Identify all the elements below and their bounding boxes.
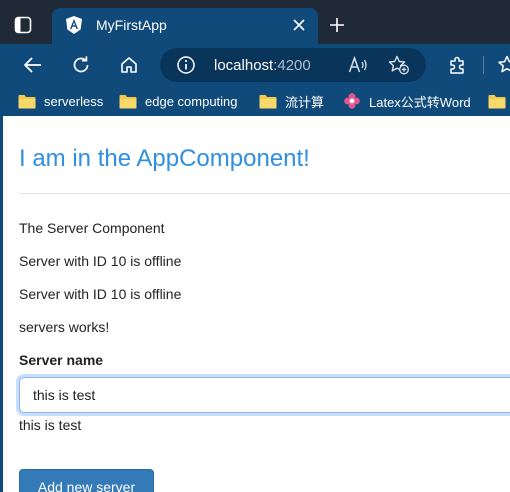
home-icon (121, 57, 137, 73)
heading-divider (19, 193, 510, 194)
back-button[interactable] (20, 52, 46, 78)
favorite-label: Latex公式转Word (369, 94, 471, 110)
new-tab-button[interactable] (326, 14, 348, 36)
server-component-text: The Server Component (19, 220, 165, 236)
back-arrow-icon (24, 57, 41, 73)
site-info-button[interactable] (176, 55, 196, 75)
url-host: localhost (214, 57, 274, 74)
plus-icon (330, 18, 344, 32)
tab-strip: MyFirstApp (0, 0, 510, 44)
tab-actions-button[interactable] (12, 14, 34, 36)
favorite-latex-to-word[interactable]: Latex公式转Word (343, 91, 471, 111)
flower-icon (344, 93, 360, 109)
favorites-button[interactable] (494, 52, 510, 78)
tab-actions-icon (14, 16, 32, 34)
server-name-label: Server name (19, 352, 104, 368)
favorite-folder-edge-computing[interactable]: edge computing (119, 91, 238, 111)
browser-window: MyFirstApp localhost:4200 serverless edg… (0, 0, 510, 492)
folder-icon (259, 94, 277, 108)
star-plus-icon (388, 55, 409, 75)
angular-icon (66, 16, 82, 34)
url-port: :4200 (273, 57, 311, 74)
add-server-button[interactable]: Add new server (19, 469, 154, 492)
close-icon (293, 19, 305, 31)
url-text[interactable]: localhost:4200 (214, 57, 311, 74)
folder-icon (488, 94, 506, 108)
toolbar-divider (483, 56, 484, 74)
address-bar[interactable]: localhost:4200 (160, 48, 426, 82)
read-aloud-button[interactable] (348, 55, 370, 75)
favorite-folder-stream-computing[interactable]: 流计算 (259, 91, 324, 111)
favorite-folder-serverless[interactable]: serverless (18, 91, 103, 111)
page-heading: I am in the AppComponent! (19, 145, 310, 172)
server-name-input[interactable] (19, 377, 510, 413)
extensions-button[interactable] (444, 52, 470, 78)
favorite-label: serverless (44, 93, 104, 109)
favorite-label: edge computing (145, 93, 238, 109)
favorites-bar: serverless edge computing 流计算 Latex公式转Wo… (0, 86, 510, 116)
read-aloud-icon (348, 56, 367, 73)
home-button[interactable] (116, 52, 142, 78)
navigation-bar: localhost:4200 (0, 44, 510, 86)
info-icon (177, 56, 195, 74)
add-favorite-button[interactable] (388, 55, 410, 75)
puzzle-icon (450, 56, 464, 74)
folder-icon (119, 94, 137, 108)
server-status-text: Server with ID 10 is offline (19, 253, 182, 269)
page-viewport: I am in the AppComponent! The Server Com… (0, 116, 510, 492)
server-name-echo: this is test (19, 417, 82, 433)
folder-icon (18, 94, 36, 108)
favorite-folder-overflow[interactable] (488, 91, 510, 111)
reload-button[interactable] (68, 52, 94, 78)
servers-works-text: servers works! (19, 319, 110, 335)
tab-myfirstapp[interactable]: MyFirstApp (52, 8, 318, 44)
close-tab-button[interactable] (288, 14, 310, 36)
favorite-label: 流计算 (285, 94, 325, 110)
server-status-text: Server with ID 10 is offline (19, 286, 182, 302)
reload-icon (73, 56, 89, 73)
tab-title: MyFirstApp (96, 17, 167, 33)
favorites-star-icon (498, 55, 510, 73)
